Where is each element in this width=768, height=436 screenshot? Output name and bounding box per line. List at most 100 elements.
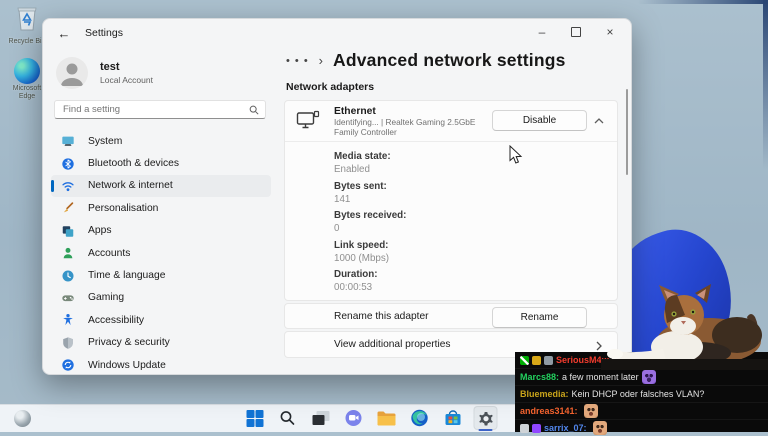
search-icon [249,105,259,115]
adapter-header[interactable]: Ethernet Identifying... | Realtek Gaming… [285,101,617,142]
windows-logo-icon [246,409,263,427]
settings-window: ← Settings – × test Local Account System [42,18,632,375]
detail-value: 141 [334,193,351,205]
more-properties-label: View additional properties [334,339,451,350]
moderator-badge-icon [520,355,529,365]
breadcrumb-overflow-button[interactable]: • • • [286,55,309,67]
purple-face-emote [641,370,656,384]
person-icon [61,63,83,86]
selected-accent-bar [51,179,54,192]
page-title: Advanced network settings [333,50,566,70]
disable-button[interactable]: Disable [492,110,587,131]
settings-button[interactable] [473,406,498,431]
accessibility-icon [61,313,75,327]
chat-username: andreas3141: [520,406,578,416]
adapter-description: Identifying... | Realtek Gaming 2.5GbE F… [334,117,476,137]
user-account-type: Local Account [100,75,153,85]
system-icon [61,134,75,148]
detail-label: Bytes received: [334,210,407,221]
chat-text: Kein DHCP oder falsches VLAN? [571,389,705,399]
folder-icon [377,411,396,425]
bluetooth-icon [61,157,75,171]
stream-chat-overlay: SeriousM4x: Marcs88: a few moment later … [515,352,768,435]
chat-bubble-icon [345,410,362,426]
sidebar-nav: System Bluetooth & devices Network & int… [51,130,271,376]
sidebar-item-time-language[interactable]: Time & language [51,264,271,286]
search-icon [280,411,295,425]
detail-value: 1000 (Mbps) [334,252,389,264]
sidebar-item-privacy-security[interactable]: Privacy & security [51,332,271,354]
detail-label: Media state: [334,151,391,162]
windows-update-icon [61,358,75,372]
ethernet-adapter-icon [296,110,320,135]
personalisation-icon [61,201,75,215]
sidebar-item-personalisation[interactable]: Personalisation [51,197,271,219]
face-emote [592,421,607,435]
recycle-bin-icon [17,7,37,31]
wallpaper-top-shadow [638,0,768,4]
chat-message: Bluemedia: Kein DHCP oder falsches VLAN? [515,385,768,402]
chevron-up-icon[interactable] [591,113,607,129]
subscriber-badge-icon [532,355,541,365]
user-avatar[interactable] [56,57,88,89]
sidebar-item-gaming[interactable]: Gaming [51,287,271,309]
detail-label: Bytes sent: [334,180,387,192]
rename-label: Rename this adapter [334,311,429,322]
widgets-icon[interactable] [14,410,31,427]
start-button[interactable] [243,406,267,430]
user-name: test [100,61,120,73]
taskbar-search-button[interactable] [276,406,300,430]
chat-message: SeriousM4x: [515,352,768,368]
apps-icon [61,224,75,238]
store-button[interactable] [441,406,465,430]
sidebar-item-accessibility[interactable]: Accessibility [51,309,271,331]
sidebar-item-apps[interactable]: Apps [51,220,271,242]
maximize-button[interactable] [559,19,593,45]
rename-button[interactable]: Rename [492,306,587,328]
sidebar-item-bluetooth-devices[interactable]: Bluetooth & devices [51,152,271,174]
chat-username: Marcs88: [520,372,560,382]
section-heading: Network adapters [286,81,375,93]
detail-value: Enabled [334,164,370,175]
detail-value: 00:00:53 [334,282,373,293]
task-view-icon [312,410,329,425]
sidebar-item-accounts[interactable]: Accounts [51,242,271,264]
chat-message: Marcs88: a few moment later [515,368,768,385]
file-explorer-button[interactable] [375,406,399,430]
shield-icon [61,336,75,350]
face-emote [583,404,598,418]
gaming-icon [61,291,75,305]
chat-username: SeriousM4x: [556,355,610,365]
close-button[interactable]: × [593,19,627,45]
teams-chat-button[interactable] [342,406,366,430]
store-bag-icon [445,410,460,425]
titlebar[interactable]: ← Settings – × [43,19,631,47]
adapter-name: Ethernet [334,106,376,117]
edge-button[interactable] [408,406,432,430]
detail-value: 0 [334,223,340,234]
rename-adapter-row: Rename this adapter Rename [284,303,618,329]
task-view-button[interactable] [309,406,333,430]
search-input[interactable] [61,103,249,116]
sidebar-item-network-internet[interactable]: Network & internet [51,174,271,198]
minimize-button[interactable]: – [525,19,559,45]
adapter-details: Media state: Enabled Bytes sent: 141 Bytes… [285,142,617,293]
time-language-icon [61,269,75,283]
back-button[interactable]: ← [51,21,77,45]
face-emote [615,353,630,367]
badge-icon [544,355,553,365]
sidebar-item-windows-update[interactable]: Windows Update [51,354,271,376]
scrollbar-thumb[interactable] [626,89,628,175]
detail-label: Link speed: [334,239,389,251]
chat-username: Bluemedia: [520,389,569,399]
window-title: Settings [85,27,123,39]
network-icon [61,179,75,193]
sidebar-item-system[interactable]: System [51,130,271,152]
wallpaper-edge-shadow [763,0,768,170]
chevron-right-icon: › [318,53,324,68]
chat-message: andreas3141: [515,402,768,419]
edge-icon [14,58,40,84]
badge-icon [520,423,529,433]
search-box[interactable] [54,100,266,119]
edge-icon [411,409,428,427]
